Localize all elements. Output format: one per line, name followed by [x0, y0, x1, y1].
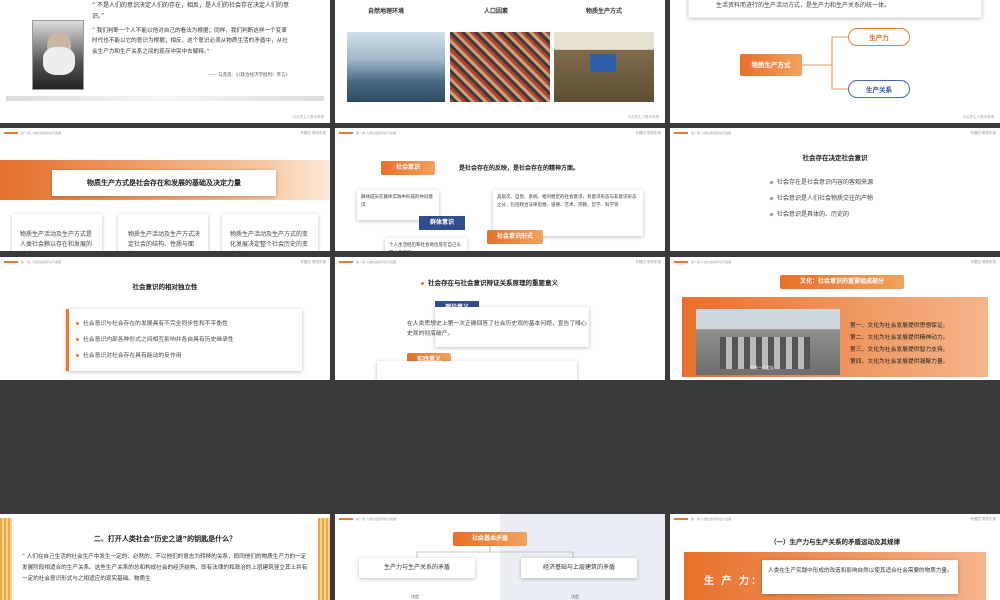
item-1: 第一、文化为社会发展提供思想保证。 — [850, 323, 949, 329]
slide-11[interactable]: 第一讲 人类社会的存在与发展 社会基本矛盾 生产力与生产关系的矛盾 经济基础与上… — [335, 514, 665, 600]
header-path: 第一讲 人类社会的存在与发展 — [339, 260, 396, 264]
tag-social-consciousness: 社会意识 — [381, 161, 435, 175]
item-2: 社会意识是人们社会物质交往的产物 — [770, 194, 873, 204]
slide-8[interactable]: 第一讲 人类社会的存在与发展 专题四 唯物史观 社会存在与社会意识辩证关系原理的… — [335, 257, 665, 380]
header-right: 专题四 唯物史观 — [300, 260, 326, 264]
slide-title: （一）生产力与生产关系的矛盾运动及其规律 — [770, 538, 900, 546]
slide-4[interactable]: 第一讲 人类社会的存在与发展 专题四 唯物史观 物质生产方式是社会存在和发展的基… — [0, 128, 330, 251]
slide-title: 物质生产方式是社会存在和发展的基础及决定力量 — [87, 179, 241, 187]
book-left-edge — [0, 518, 12, 600]
footer: 马克思主义基本原理 — [962, 115, 995, 119]
slide-9[interactable]: 第一讲 人类社会的存在与发展 专题四 唯物史观 文化：社会意识的重要组成部分 中… — [670, 257, 1000, 380]
header-right: 专题四 唯物史观 — [970, 517, 996, 521]
card-3-text: 物质生产活动及生产方式的变化发展决定整个社会历史的变化发展。 — [230, 231, 309, 248]
branch-productive-forces[interactable]: 生产力 — [848, 28, 910, 46]
header-path: 第一讲 人类社会的存在与发展 — [674, 517, 731, 521]
label-population: 人口因素 — [483, 8, 508, 15]
item-3: 第三、文化为社会发展提供智力支持。 — [850, 347, 949, 353]
footer: 马克思主义基本原理 — [627, 115, 660, 119]
header-path: 第一讲 人类社会的存在与发展 — [339, 131, 396, 135]
item-3: 社会意识对社会存在具有能动的反作用 — [76, 351, 182, 361]
header-right: 专题四 唯物史观 — [635, 260, 661, 264]
form-label: 社会意识形式 — [487, 230, 543, 244]
group-desc: 群体成员在群体实践中形成的共同意识 — [361, 195, 433, 208]
photo-caption: 中共一大会址 — [750, 365, 774, 370]
left-node[interactable]: 生产力与生产关系的矛盾 — [359, 558, 475, 578]
group-label: 群体意识 — [419, 216, 465, 230]
header-right: 专题四 唯物史观 — [970, 131, 996, 135]
header-path: 第一讲 人类社会的存在与发展 — [4, 260, 61, 264]
slide-3[interactable]: 生活资料而进行的生产活动方式，是生产力和生产关系的统一体。 物质生产方式 生产力… — [670, 0, 1000, 123]
body-text: “ 人们在自己生活的社会生产中发生一定的、必然的、不以他们的意志为转移的关系，即… — [22, 554, 308, 582]
item-1: 社会存在是社会意识内容的客观来源 — [770, 178, 873, 188]
slide-title: 二、打开人类社会“历史之谜”的钥匙是什么？ — [93, 535, 237, 543]
slide-6[interactable]: 第一讲 人类社会的存在与发展 专题四 唯物史观 社会存在决定社会意识 社会存在是… — [670, 128, 1000, 251]
form-desc: 高层次、自觉、系统、相对稳定的社会意识，有意识形态与非意识形态之分，包括政治法律… — [497, 195, 637, 208]
slide-7[interactable]: 第一讲 人类社会的存在与发展 专题四 唯物史观 社会意识的相对独立性 社会意识与… — [0, 257, 330, 380]
footer: 马克思主义基本原理 — [292, 115, 325, 119]
slide-2[interactable]: 自然地理环境 人口因素 物质生产方式 马克思主义基本原理 — [335, 0, 665, 123]
mountain-photo — [347, 32, 445, 102]
slide-1[interactable]: “ 不是人们的意识决定人们的存在，相反，是人们的社会存在决定人们的意识。” “ … — [0, 0, 330, 123]
book-right-edge — [318, 518, 330, 600]
sub-left: 决定 — [411, 594, 419, 599]
item-2: 社会意识内部各种形式之间相互影响并各自具有历史继承性 — [76, 335, 234, 345]
practice-box — [377, 361, 577, 380]
theory-text: 在人类思想史上第一次正确回答了社会历史观的基本问题，宣告了唯心史观的彻底破产。 — [407, 321, 587, 337]
tag-culture: 文化：社会意识的重要组成部分 — [780, 275, 904, 289]
item-1: 社会意识与社会存在的发展具有不完全同步性和不平衡性 — [76, 319, 228, 329]
slide-shelf — [6, 96, 324, 101]
label-nature: 自然地理环境 — [367, 8, 404, 15]
card-1-text: 物质生产活动及生产方式是人类社会赖以存在和发展的基础。 — [20, 231, 93, 248]
quote-2: “ 我们判断一个人不能以他对自己的看法为根据；同样，我们判断这样一个变革时代也不… — [92, 28, 288, 55]
branch-lines — [802, 36, 848, 90]
header-right: 专题四 唯物史观 — [300, 131, 326, 135]
header-path: 第一讲 人类社会的存在与发展 — [674, 131, 731, 135]
sub-right: 决定 — [571, 594, 579, 599]
marx-portrait — [32, 20, 84, 90]
header-path: 第一讲 人类社会的存在与发展 — [4, 131, 61, 135]
slide-12[interactable]: 第一讲 人类社会的存在与发展 专题四 唯物史观 （一）生产力与生产关系的矛盾运动… — [670, 514, 1000, 600]
tractor-photo — [554, 32, 654, 102]
definition: 是社会存在的反映，是社会存在的精神方面。 — [459, 165, 580, 172]
indiv-desc: 个人生活经历和社会地位等在自己头脑中的反映 — [389, 243, 461, 248]
big-term: 生 产 力： — [704, 576, 763, 587]
slide-10[interactable]: 二、打开人类社会“历史之谜”的钥匙是什么？ “ 人们在自己生活的社会生产中发生一… — [0, 514, 330, 600]
item-4: 第四、文化为社会发展提供凝聚力量。 — [850, 359, 949, 365]
slide-title: 社会存在与社会意识辩证关系原理的重要意义 — [421, 277, 558, 287]
right-node[interactable]: 经济基础与上层建筑的矛盾 — [521, 558, 637, 578]
card-2-text: 物质生产活动及生产方式决定社会的结构、性质与面貌。 — [128, 231, 201, 248]
quote-1: “ 不是人们的意识决定人们的存在，相反，是人们的社会存在决定人们的意识。” — [92, 2, 289, 20]
item-3: 社会意识是具体的、历史的 — [770, 210, 849, 220]
connector-lines — [416, 546, 574, 558]
label-production: 物质生产方式 — [585, 8, 622, 15]
slide-title: 社会意识的相对独立性 — [132, 283, 198, 291]
slide-5[interactable]: 第一讲 人类社会的存在与发展 专题四 唯物史观 社会意识 是社会存在的反映，是社… — [335, 128, 665, 251]
header-right: 专题四 唯物史观 — [635, 131, 661, 135]
slide-title: 社会存在决定社会意识 — [802, 154, 868, 162]
header-path: 第一讲 人类社会的存在与发展 — [674, 260, 731, 264]
desc-text: 人类在生产实践中形成的改造和影响自然以使其适合社会需要的物质力量。 — [768, 568, 953, 574]
crowd-photo — [450, 32, 550, 102]
item-2: 第二、文化为社会发展提供精神动力。 — [850, 335, 949, 341]
header-right: 专题四 唯物史观 — [970, 260, 996, 264]
branch-production-relations[interactable]: 生产关系 — [848, 80, 910, 98]
quote-source: —— 马克思：《〈政治经济学批判〉序言》 — [207, 73, 290, 78]
